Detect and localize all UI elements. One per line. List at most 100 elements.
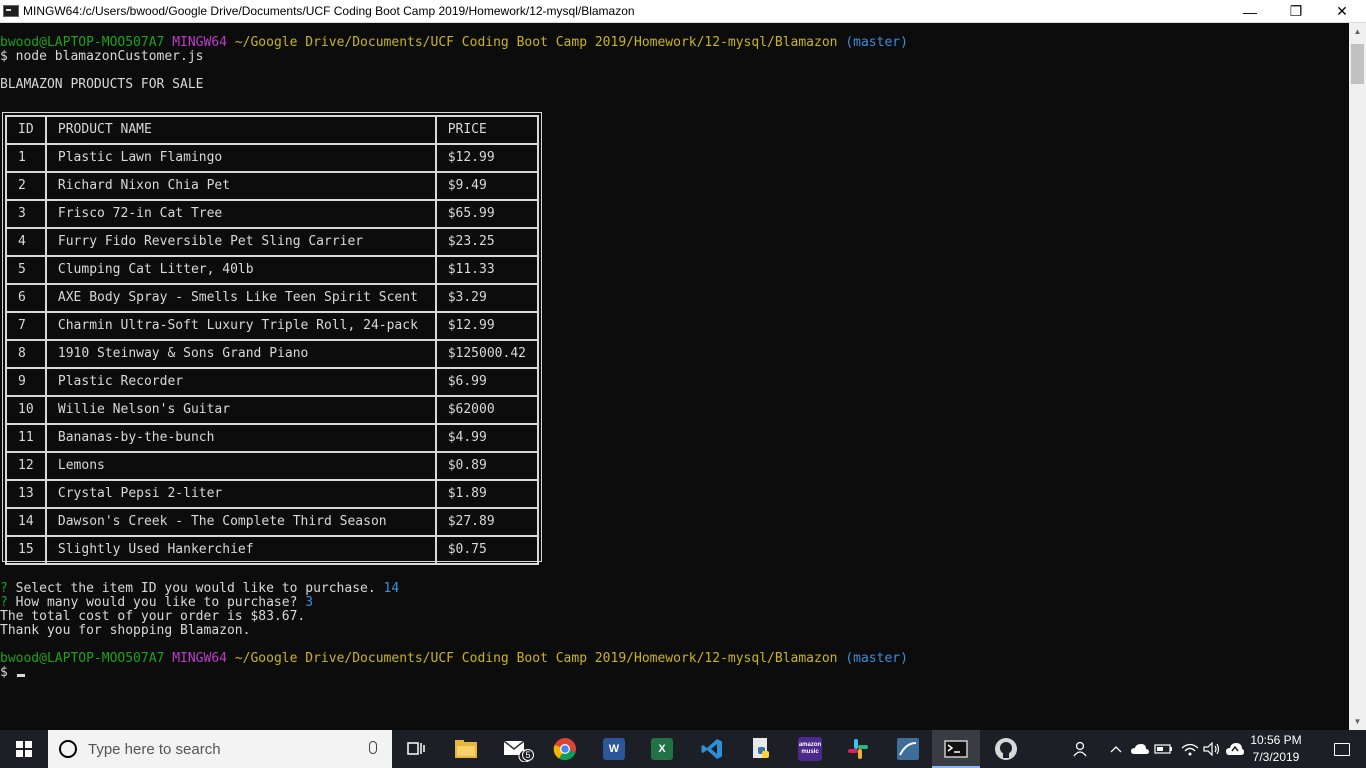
cell-product-name: Plastic Lawn Flamingo [44,143,437,173]
table-row: 12 Lemons $0.89 [5,451,540,481]
cell-product-name: Bananas-by-the-bunch [44,423,437,453]
excel-button[interactable]: X [638,730,686,768]
volume-icon[interactable] [1201,730,1223,768]
scroll-thumb[interactable] [1351,44,1364,84]
github-desktop-button[interactable] [982,730,1030,768]
table-row: 3 Frisco 72-in Cat Tree $65.99 [5,199,540,229]
maximize-button[interactable]: ❐ [1273,0,1319,23]
cell-product-name: 1910 Steinway & Sons Grand Piano [44,339,437,369]
question-text: How many would you like to purchase? [15,595,298,610]
thank-you-line: Thank you for shopping Blamazon. [0,623,251,638]
products-table: ID PRODUCT NAME PRICE 1 Plastic Lawn Flam… [5,115,540,565]
wifi-icon[interactable] [1179,730,1201,768]
window-title: MINGW64:/c/Users/bwood/Google Drive/Docu… [23,4,635,18]
table-row: 1 Plastic Lawn Flamingo $12.99 [5,143,540,173]
cell-id: 4 [5,227,47,257]
vscode-button[interactable] [688,730,736,768]
prompt-branch: (master) [845,651,908,666]
amazon-music-button[interactable]: amazon music [786,730,834,768]
prompt-env: MINGW64 [172,651,227,666]
scroll-down-arrow-icon[interactable]: ▼ [1349,713,1366,730]
windows-taskbar: Type here to search 5 W X amazon music 1… [0,730,1366,768]
products-table-frame: ID PRODUCT NAME PRICE 1 Plastic Lawn Flam… [2,112,542,565]
cell-product-name: Lemons [44,451,437,481]
answer-value: 14 [383,581,400,596]
cell-id: 10 [5,395,47,425]
close-button[interactable]: ✕ [1319,0,1365,23]
cell-price: $3.29 [434,283,540,313]
terminal-app-icon [3,5,19,17]
table-row: 11 Bananas-by-the-bunch $4.99 [5,423,540,453]
onedrive-cloud-icon[interactable] [1129,730,1151,768]
minimize-button[interactable]: — [1227,0,1273,23]
cell-id: 12 [5,451,47,481]
table-row: 8 1910 Steinway & Sons Grand Piano $125000… [5,339,540,369]
cell-id: 7 [5,311,47,341]
cell-price: $12.99 [434,143,540,173]
total-cost-line: The total cost of your order is $83.67. [0,609,306,624]
cell-id: 1 [5,143,47,173]
question-item-id: ? Select the item ID you would like to p… [0,582,399,596]
action-center-button[interactable] [1318,730,1366,768]
task-view-icon [407,742,425,755]
cell-id: 11 [5,423,47,453]
table-row: 4 Furry Fido Reversible Pet Sling Carrier… [5,227,540,257]
cell-product-name: Furry Fido Reversible Pet Sling Carrier [44,227,437,257]
taskbar-search-box[interactable]: Type here to search [48,730,392,768]
table-row: 14 Dawson's Creek - The Complete Third Se… [5,507,540,537]
cell-price: $0.89 [434,451,540,481]
terminal-output[interactable]: bwood@LAPTOP-MOO507A7 MINGW64 ~/Google D… [0,23,1349,730]
slack-icon [848,739,868,759]
prompt-branch: (master) [845,35,908,50]
cell-id: 9 [5,367,47,397]
python-button[interactable] [737,730,785,768]
cell-id: 2 [5,171,47,201]
start-button[interactable] [0,730,48,768]
cell-product-name: Slightly Used Hankerchief [44,535,437,565]
python-file-icon [753,738,769,758]
clock-date: 7/3/2019 [1252,750,1300,764]
mail-button[interactable]: 5 [492,730,540,768]
cell-id: 8 [5,339,47,369]
col-header-id: ID [5,115,47,145]
file-explorer-button[interactable] [442,730,490,768]
cell-price: $23.25 [434,227,540,257]
prompt-path: ~/Google Drive/Documents/UCF Coding Boot… [234,35,838,50]
cell-price: $125000.42 [434,339,540,369]
cell-product-name: Crystal Pepsi 2-liter [44,479,437,509]
table-row: 9 Plastic Recorder $6.99 [5,367,540,397]
vertical-scrollbar[interactable]: ▲ ▼ [1349,23,1366,730]
cell-product-name: Charmin Ultra-Soft Luxury Triple Roll, 2… [44,311,437,341]
cell-id: 6 [5,283,47,313]
prompt-dollar: $ [0,665,8,680]
prompt-user: bwood@LAPTOP-MOO507A7 [0,651,165,666]
input-prompt[interactable]: $ [0,666,25,680]
cell-price: $1.89 [434,479,540,509]
mysql-workbench-button[interactable] [884,730,932,768]
chevron-up-icon[interactable] [1106,730,1126,768]
amazon-music-icon: amazon music [798,737,822,761]
word-button[interactable]: W [590,730,638,768]
word-icon: W [603,738,625,760]
people-icon[interactable] [1066,730,1096,768]
cell-id: 14 [5,507,47,537]
chrome-icon [553,738,576,761]
table-header-row: ID PRODUCT NAME PRICE [5,115,540,145]
microphone-icon[interactable] [369,741,377,754]
task-view-button[interactable] [392,730,440,768]
scroll-up-arrow-icon[interactable]: ▲ [1349,23,1366,40]
battery-icon[interactable] [1153,730,1175,768]
slack-button[interactable] [834,730,882,768]
command-line: $ node blamazonCustomer.js [0,49,204,64]
cell-id: 15 [5,535,47,565]
window-titlebar[interactable]: MINGW64:/c/Users/bwood/Google Drive/Docu… [0,0,1366,23]
prompt-line-2: bwood@LAPTOP-MOO507A7 MINGW64 ~/Google D… [0,652,908,666]
chrome-button[interactable] [541,730,589,768]
taskbar-clock[interactable]: 10:56 PM 7/3/2019 [1244,730,1308,768]
cell-product-name: Dawson's Creek - The Complete Third Seas… [44,507,437,537]
git-bash-button[interactable] [932,730,980,768]
cell-price: $6.99 [434,367,540,397]
prompt-env: MINGW64 [172,35,227,50]
cell-price: $62000 [434,395,540,425]
cortana-circle-icon [59,740,77,758]
